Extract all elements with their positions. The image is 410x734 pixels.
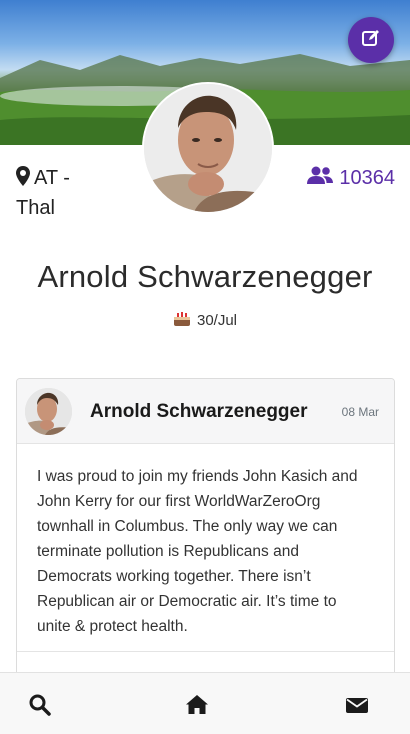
post-header: Arnold Schwarzenegger 08 Mar [17,379,394,444]
home-icon [185,695,209,721]
edit-profile-button[interactable] [348,17,394,63]
users-icon [307,164,334,192]
search-button[interactable] [28,693,52,717]
post-text: I was proud to join my friends John Kasi… [37,468,358,635]
messages-button[interactable] [345,693,369,717]
home-button[interactable] [185,693,209,717]
post-author-name[interactable]: Arnold Schwarzenegger [90,401,308,423]
post-divider [17,651,394,652]
followers-count[interactable]: 10364 [307,164,395,192]
map-marker-icon [16,166,30,194]
birthday: 30/Jul [0,309,410,331]
search-icon [28,694,52,721]
profile-name: Arnold Schwarzenegger [37,259,373,294]
bottom-navigation [0,672,410,734]
edit-icon [362,29,380,52]
followers-count-text: 10364 [339,167,395,189]
cake-icon [173,309,191,331]
envelope-icon [345,698,369,721]
location: AT - Thal [16,164,106,222]
birthday-text: 30/Jul [196,311,238,329]
post-date: 08 Mar [341,405,379,419]
post-card: Arnold Schwarzenegger 08 Mar I was proud… [16,378,395,690]
post-author-avatar[interactable] [25,388,72,435]
profile-avatar [142,82,274,214]
